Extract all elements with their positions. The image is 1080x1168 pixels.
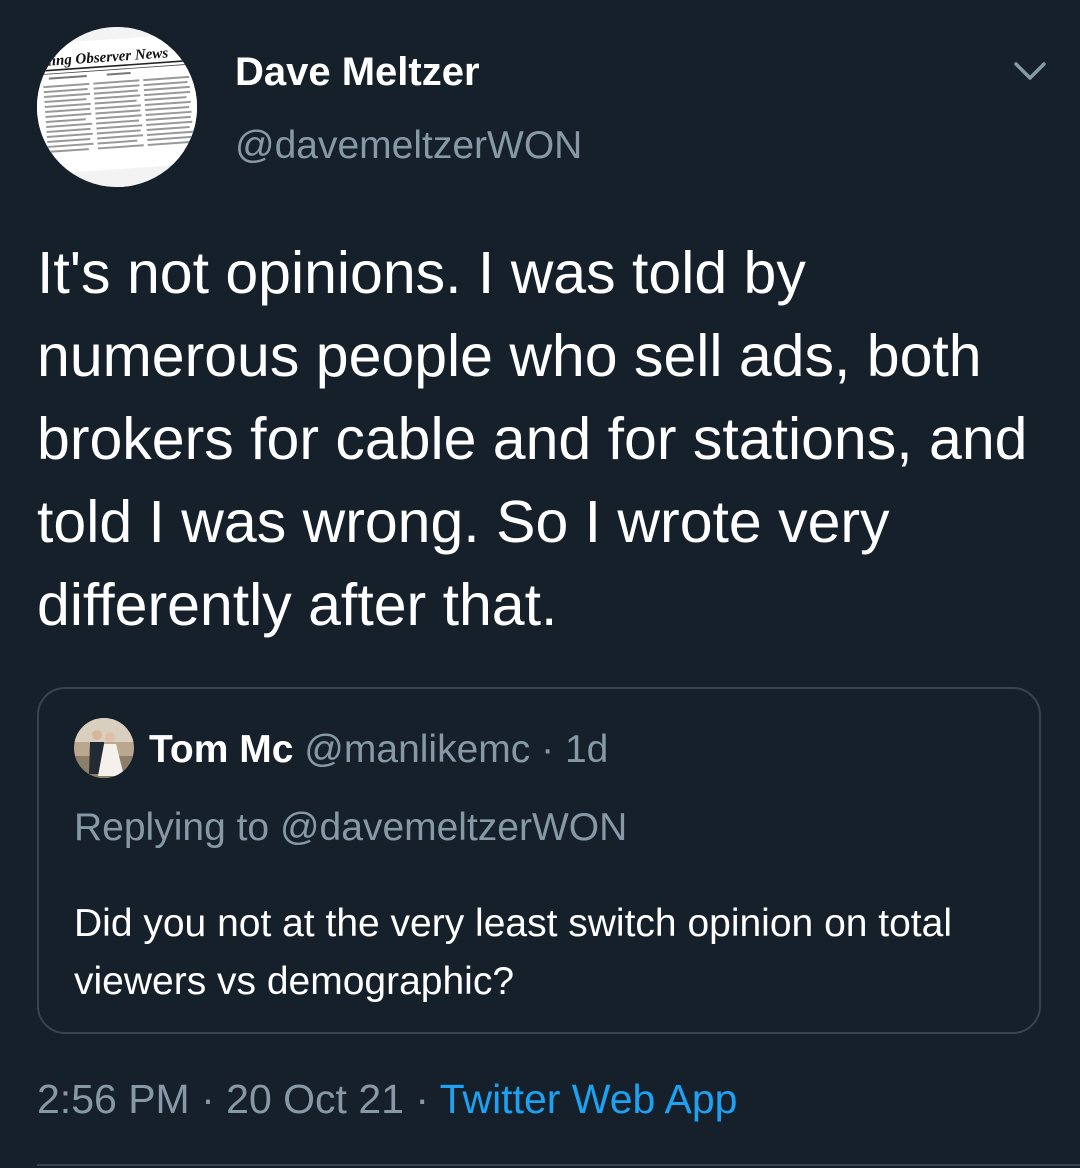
replying-to-prefix: Replying to (74, 806, 270, 849)
author-handle[interactable]: @davemeltzerWON (235, 122, 582, 170)
wedding-photo-avatar-image (74, 718, 134, 778)
quoted-tweet-card[interactable]: Tom Mc @manlikemc · 1d Replying to @dave… (37, 687, 1041, 1034)
author-display-name[interactable]: Dave Meltzer (235, 48, 480, 96)
chevron-down-icon[interactable] (1010, 56, 1050, 86)
quoted-author-name[interactable]: Tom Mc (149, 728, 293, 771)
footer-separator: · (201, 1076, 215, 1122)
quoted-author-handle[interactable]: @manlikemc (304, 728, 530, 771)
divider (37, 1164, 1080, 1166)
footer-separator: · (415, 1076, 430, 1122)
quoted-tweet-text: Did you not at the very least switch opi… (74, 902, 952, 1003)
quoted-age[interactable]: 1d (565, 728, 608, 771)
tweet-time[interactable]: 2:56 PM (37, 1076, 190, 1122)
quoted-tweet-header: Tom Mc @manlikemc · 1d (149, 726, 608, 774)
tweet-text: It's not opinions. I was told by numerou… (37, 240, 1028, 638)
newspaper-avatar-image: ling Observer News (37, 27, 197, 187)
tweet-source-link[interactable]: Twitter Web App (440, 1076, 738, 1122)
tweet-date[interactable]: 20 Oct 21 (226, 1076, 404, 1122)
replying-to-handle[interactable]: @davemeltzerWON (280, 806, 627, 849)
tweet-footer: 2:56 PM · 20 Oct 21 · Twitter Web App (37, 1073, 737, 1125)
author-avatar[interactable]: ling Observer News (37, 27, 197, 187)
quoted-author-avatar[interactable] (74, 718, 134, 778)
replying-to-line: Replying to @davemeltzerWON (74, 804, 627, 852)
quoted-separator: · (541, 728, 555, 771)
